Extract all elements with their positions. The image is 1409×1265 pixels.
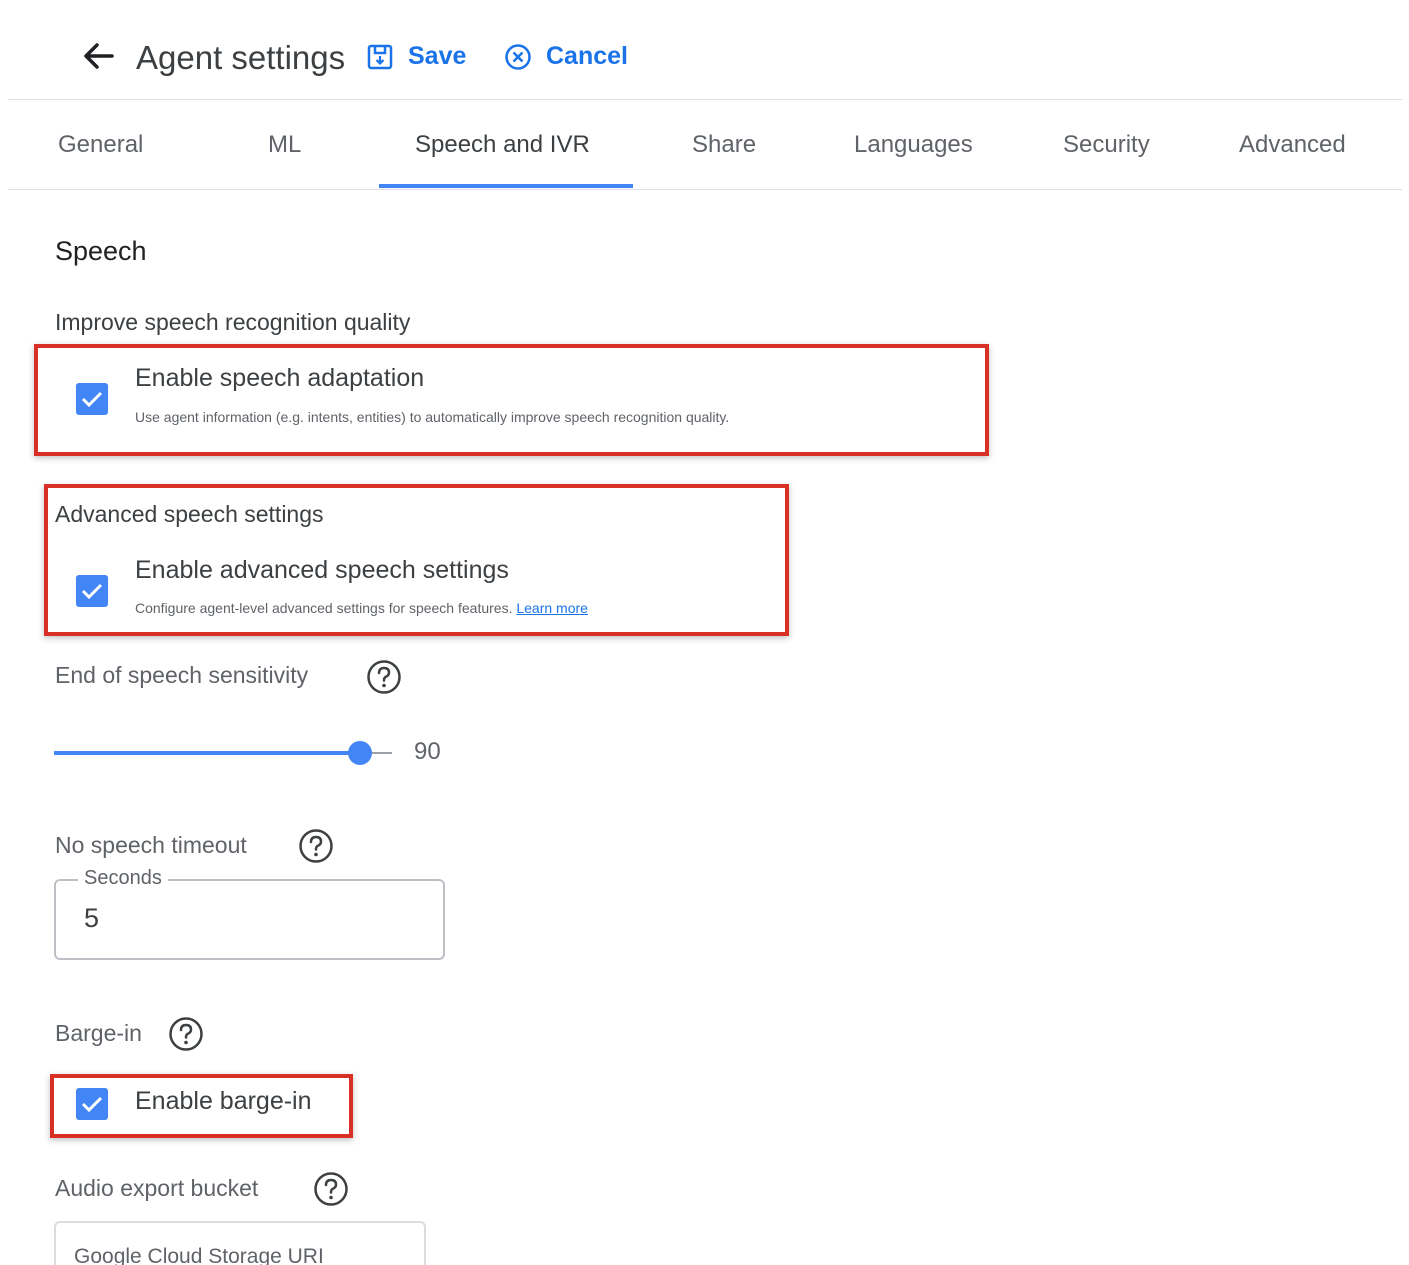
save-icon: [366, 43, 394, 71]
sensitivity-slider-track-active[interactable]: [54, 751, 360, 755]
help-icon[interactable]: [168, 1016, 204, 1052]
check-icon: [81, 1096, 103, 1113]
barge-in-label: Barge-in: [55, 1020, 142, 1046]
audio-export-input[interactable]: [74, 1244, 414, 1265]
agent-settings-page: Agent settings Save Cancel General ML Sp…: [0, 0, 1409, 1265]
active-tab-indicator: [379, 184, 633, 188]
highlight-box-speech-adaptation: [34, 344, 989, 456]
cancel-button[interactable]: Cancel: [504, 42, 628, 71]
check-icon: [81, 583, 103, 600]
help-icon[interactable]: [298, 828, 334, 864]
tab-general[interactable]: General: [58, 130, 143, 160]
back-button[interactable]: [76, 38, 120, 74]
settings-header: Agent settings Save Cancel: [8, 8, 1402, 100]
check-icon: [81, 391, 103, 408]
advanced-speech-label: Enable advanced speech settings: [135, 556, 509, 584]
help-icon[interactable]: [313, 1171, 349, 1207]
seconds-field-label: Seconds: [78, 867, 168, 890]
advanced-speech-description: Configure agent-level advanced settings …: [135, 600, 588, 616]
advanced-speech-description-text: Configure agent-level advanced settings …: [135, 600, 513, 616]
barge-in-checkbox-label: Enable barge-in: [135, 1087, 312, 1115]
tab-advanced[interactable]: Advanced: [1239, 130, 1346, 160]
tab-languages[interactable]: Languages: [854, 130, 973, 160]
sensitivity-slider-value: 90: [414, 738, 441, 765]
sensitivity-slider-thumb[interactable]: [348, 741, 372, 765]
learn-more-link[interactable]: Learn more: [516, 600, 588, 616]
advanced-speech-checkbox[interactable]: [76, 575, 108, 607]
save-button[interactable]: Save: [366, 42, 466, 71]
speech-adaptation-description: Use agent information (e.g. intents, ent…: [135, 409, 730, 425]
audio-export-label: Audio export bucket: [55, 1175, 259, 1201]
end-of-speech-label: End of speech sensitivity: [55, 662, 309, 688]
help-icon[interactable]: [366, 659, 402, 695]
speech-adaptation-label: Enable speech adaptation: [135, 364, 425, 392]
cancel-circle-icon: [504, 43, 532, 71]
improve-quality-heading: Improve speech recognition quality: [55, 309, 411, 335]
tab-share[interactable]: Share: [692, 130, 756, 160]
save-label: Save: [408, 42, 467, 70]
seconds-input[interactable]: [84, 901, 414, 935]
page-title: Agent settings: [136, 39, 346, 76]
section-title-speech: Speech: [55, 236, 147, 266]
tab-speech-and-ivr[interactable]: Speech and IVR: [415, 130, 590, 160]
no-speech-timeout-label: No speech timeout: [55, 832, 247, 858]
speech-adaptation-checkbox[interactable]: [76, 383, 108, 415]
barge-in-checkbox[interactable]: [76, 1088, 108, 1120]
tab-security[interactable]: Security: [1063, 130, 1150, 160]
cancel-label: Cancel: [546, 42, 628, 70]
arrow-back-icon: [84, 43, 114, 69]
advanced-speech-heading: Advanced speech settings: [55, 501, 324, 527]
settings-tabs: General ML Speech and IVR Share Language…: [8, 100, 1402, 190]
tab-ml[interactable]: ML: [268, 130, 301, 160]
